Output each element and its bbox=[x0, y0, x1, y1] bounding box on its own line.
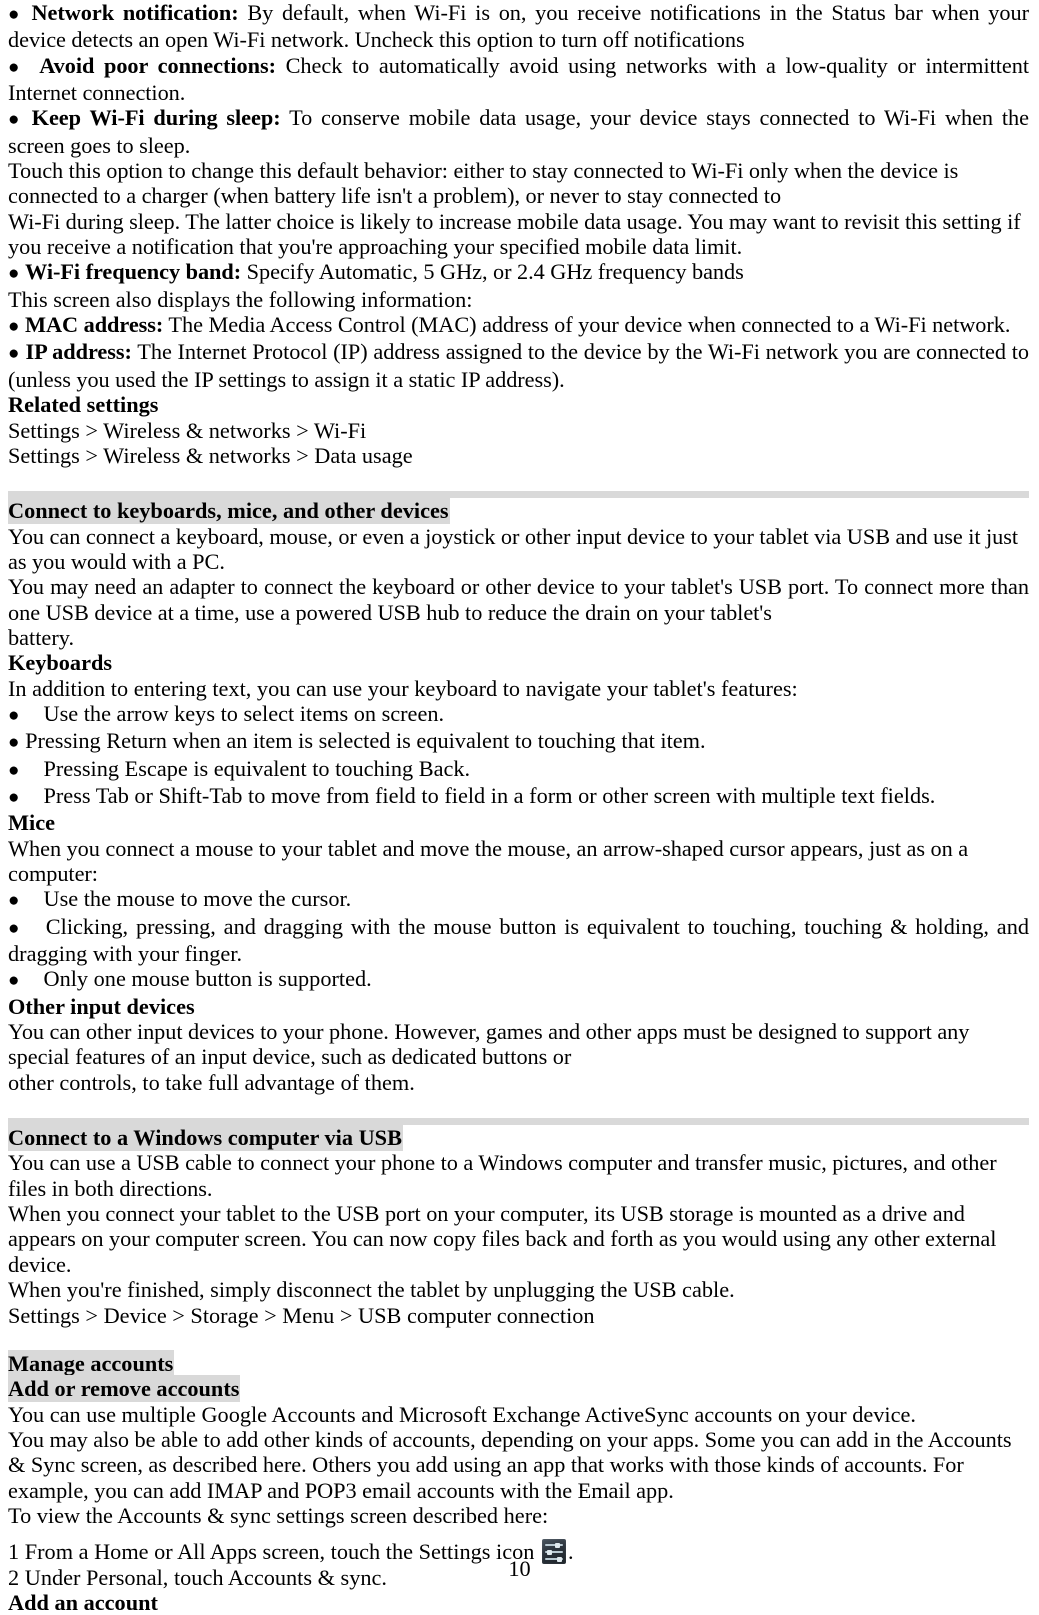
bullet-keep-wifi-sleep: ● Keep Wi-Fi during sleep: To conserve m… bbox=[8, 105, 1029, 158]
heading-manage-accounts-row: Manage accounts bbox=[8, 1349, 1029, 1377]
bullet-icon: ● bbox=[8, 56, 24, 78]
heading-add-an-account: Add an account bbox=[8, 1589, 158, 1615]
bullet-icon: ● bbox=[8, 109, 23, 131]
bullet-label: Keep Wi-Fi during sleep: bbox=[31, 105, 281, 131]
paragraph-disconnect-usb: When you're finished, simply disconnect … bbox=[8, 1277, 735, 1303]
bullet-icon: ● bbox=[8, 732, 20, 754]
list-item-pressing-escape: ● Pressing Escape is equivalent to touchi… bbox=[8, 756, 1029, 783]
heading-connect-devices-row: Connect to keyboards, mice, and other de… bbox=[8, 497, 1029, 525]
paragraph-other-controls: other controls, to take full advantage o… bbox=[8, 1069, 415, 1095]
bullet-icon: ● bbox=[8, 917, 22, 939]
paragraph-keyboard-navigate: In addition to entering text, you can us… bbox=[8, 675, 798, 701]
heading-other-input-devices: Other input devices bbox=[8, 993, 195, 1019]
bullet-label: Network notification: bbox=[31, 0, 239, 25]
paragraph-touch-option: Touch this option to change this default… bbox=[8, 158, 959, 209]
bullet-icon: ● bbox=[8, 786, 20, 808]
bullet-avoid-poor-connections: ● Avoid poor connections: Check to autom… bbox=[8, 53, 1029, 106]
related-setting-path-wifi: Settings > Wireless & networks > Wi-Fi bbox=[8, 417, 367, 443]
bullet-icon: ● bbox=[8, 343, 20, 365]
heading-connect-devices: Connect to keyboards, mice, and other de… bbox=[8, 497, 450, 525]
document-page: ● Network notification: By default, when… bbox=[0, 0, 1039, 1615]
bullet-label: Avoid poor connections: bbox=[39, 52, 276, 78]
list-item-move-cursor: ● Use the mouse to move the cursor. bbox=[8, 886, 1029, 913]
paragraph-other-account-kinds: You may also be able to add other kinds … bbox=[8, 1426, 1012, 1503]
paragraph-mouse-cursor: When you connect a mouse to your tablet … bbox=[8, 835, 969, 886]
bullet-label: MAC address: bbox=[24, 312, 164, 338]
bullet-label: IP address: bbox=[25, 339, 132, 365]
slider-track-1 bbox=[544, 1544, 563, 1547]
bullet-icon: ● bbox=[8, 316, 20, 338]
paragraph-screen-displays: This screen also displays the following … bbox=[8, 286, 473, 312]
paragraph-adapter-usb: You may need an adapter to connect the k… bbox=[8, 574, 1029, 625]
bullet-text: The Internet Protocol (IP) address assig… bbox=[8, 339, 1029, 392]
bullet-network-notification: ● Network notification: By default, when… bbox=[8, 0, 1029, 53]
heading-manage-accounts: Manage accounts bbox=[8, 1349, 175, 1377]
list-item-label: Pressing Escape is equivalent to touchin… bbox=[43, 755, 471, 781]
page-number: 10 bbox=[508, 1556, 531, 1581]
heading-keyboards: Keyboards bbox=[8, 650, 113, 676]
heading-related-settings: Related settings bbox=[8, 392, 159, 418]
bullet-icon: ● bbox=[8, 759, 20, 781]
heading-usb-row: Connect to a Windows computer via USB bbox=[8, 1124, 1029, 1152]
heading-mice: Mice bbox=[8, 810, 56, 836]
list-item-label: Use the mouse to move the cursor. bbox=[43, 886, 352, 912]
paragraph-other-input: You can other input devices to your phon… bbox=[8, 1019, 970, 1070]
list-item-pressing-return: ● Pressing Return when an item is select… bbox=[8, 728, 1029, 755]
bullet-text: Specify Automatic, 5 GHz, or 2.4 GHz fre… bbox=[241, 259, 744, 285]
list-item-clicking-dragging: ● Clicking, pressing, and dragging with t… bbox=[8, 914, 1029, 967]
list-item-label: Press Tab or Shift-Tab to move from fiel… bbox=[43, 782, 936, 808]
bullet-wifi-frequency-band: ● Wi-Fi frequency band: Specify Automati… bbox=[8, 259, 1029, 286]
list-item-label: Pressing Return when an item is selected… bbox=[25, 728, 706, 754]
bullet-text: The Media Access Control (MAC) address o… bbox=[163, 312, 1011, 338]
paragraph-connect-keyboard: You can connect a keyboard, mouse, or ev… bbox=[8, 523, 1019, 574]
paragraph-view-accounts-screen: To view the Accounts & sync settings scr… bbox=[8, 1502, 549, 1528]
bullet-icon: ● bbox=[8, 970, 20, 992]
bullet-mac-address: ● MAC address: The Media Access Control … bbox=[8, 312, 1029, 339]
slider-knob-2 bbox=[546, 1549, 552, 1555]
bullet-ip-address: ● IP address: The Internet Protocol (IP)… bbox=[8, 339, 1029, 392]
slider-knob-1 bbox=[554, 1542, 560, 1548]
setting-path-usb-connection: Settings > Device > Storage > Menu > USB… bbox=[8, 1302, 595, 1328]
heading-add-remove-row: Add or remove accounts bbox=[8, 1375, 1029, 1403]
paragraph-usb-cable: You can use a USB cable to connect your … bbox=[8, 1150, 997, 1201]
heading-add-remove-accounts: Add or remove accounts bbox=[8, 1375, 241, 1403]
list-item-press-tab: ● Press Tab or Shift-Tab to move from fie… bbox=[8, 783, 1029, 810]
bullet-icon: ● bbox=[8, 890, 20, 912]
list-item-one-mouse-button: ● Only one mouse button is supported. bbox=[8, 966, 1029, 993]
paragraph-usb-storage: When you connect your tablet to the USB … bbox=[8, 1201, 997, 1277]
bullet-label: Wi-Fi frequency band: bbox=[24, 259, 242, 285]
list-item-label: Use the arrow keys to select items on sc… bbox=[43, 700, 445, 726]
bullet-icon: ● bbox=[8, 263, 20, 285]
paragraph-battery: battery. bbox=[8, 624, 75, 650]
bullet-icon: ● bbox=[8, 704, 20, 726]
paragraph-wifi-sleep-latter: Wi-Fi during sleep. The latter choice is… bbox=[8, 208, 1021, 260]
bullet-icon: ● bbox=[8, 4, 23, 25]
related-setting-path-data-usage: Settings > Wireless & networks > Data us… bbox=[8, 442, 413, 468]
paragraph-google-accounts: You can use multiple Google Accounts and… bbox=[8, 1401, 916, 1427]
heading-connect-windows-usb: Connect to a Windows computer via USB bbox=[8, 1124, 403, 1152]
list-item-label: Only one mouse button is supported. bbox=[43, 966, 372, 992]
list-item-arrow-keys: ● Use the arrow keys to select items on s… bbox=[8, 701, 1029, 728]
list-item-label: Clicking, pressing, and dragging with th… bbox=[8, 913, 1029, 967]
